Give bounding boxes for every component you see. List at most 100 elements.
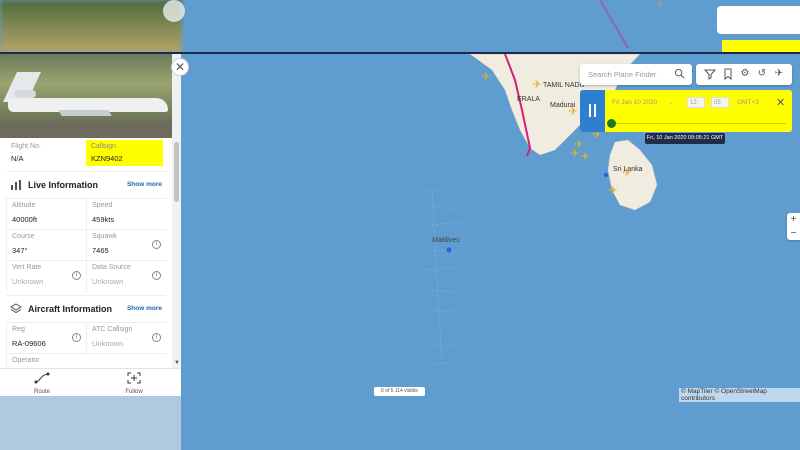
airplane-icon[interactable]: ✈ — [568, 107, 578, 118]
live-info-title: Live Information — [28, 180, 99, 190]
atc-callsign-info-icon[interactable]: i — [152, 333, 161, 342]
chevron-down-icon[interactable]: ⌄ — [668, 98, 673, 106]
toolbar: ⚙ ↺ ✈ — [696, 64, 792, 85]
close-playback-icon[interactable]: ✕ — [776, 96, 785, 109]
live-icon — [11, 180, 21, 190]
playback-date[interactable]: Fri Jan 10 2020 — [612, 99, 657, 106]
altitude-label: Altitude — [12, 202, 36, 209]
data-source-cell: Data Source Unknown i — [87, 261, 166, 291]
aircraft-photo — [0, 54, 172, 138]
label-kerala: ERALA — [517, 96, 540, 103]
aircraft-info-header: Aircraft Information Show more — [6, 296, 166, 322]
flight-no-cell: Flight No. N/A — [6, 140, 84, 166]
pause-button[interactable] — [580, 90, 605, 132]
sri-lanka-landmass — [607, 139, 658, 211]
history-icon[interactable]: ↺ — [756, 68, 768, 80]
squawk-cell: Squawk 7465 i — [87, 230, 166, 260]
flight-no-value: N/A — [11, 154, 24, 163]
search-box[interactable]: Search Plane Finder — [580, 64, 692, 85]
back-button[interactable] — [163, 0, 185, 22]
layers-icon — [10, 303, 22, 314]
header-search-backdrop — [717, 6, 800, 34]
altitude-cell: Altitude 40000ft — [7, 199, 86, 229]
filter-icon[interactable] — [703, 68, 717, 80]
scrollbar-thumb[interactable] — [174, 142, 179, 202]
data-source-label: Data Source — [92, 264, 131, 271]
atc-callsign-cell: ATC Callsign Unknown i — [87, 323, 166, 353]
colombo-pin — [603, 172, 609, 178]
maldives-atolls — [424, 189, 463, 366]
airplane-icon[interactable]: ✈ — [622, 168, 632, 179]
time-separator: : — [707, 98, 709, 105]
live-info-header: Live Information Show more — [6, 172, 166, 198]
follow-icon — [127, 372, 141, 384]
callsign-value: KZN9402 — [91, 154, 123, 163]
label-tamil-nadu: TAMIL NADU — [543, 82, 585, 89]
follow-label: Follow — [125, 389, 143, 395]
map-attribution[interactable]: © MapTiler © OpenStreetMap contributors — [679, 388, 800, 402]
aircraft-info-show-more[interactable]: Show more — [127, 305, 162, 312]
atc-callsign-label: ATC Callsign — [92, 326, 133, 333]
vert-rate-value: Unknown — [12, 277, 44, 286]
operator-label: Operator — [12, 357, 40, 364]
search-input[interactable]: Search Plane Finder — [588, 70, 656, 79]
airplane-icon[interactable]: ✈ — [481, 72, 491, 83]
reg-value: RA-09606 — [12, 339, 46, 348]
playback-slider-handle[interactable] — [606, 119, 616, 128]
altitude-value: 40000ft — [12, 215, 38, 224]
course-label: Course — [12, 233, 35, 240]
reg-info-icon[interactable]: i — [72, 333, 81, 342]
close-icon: ✕ — [174, 60, 186, 74]
panel-lower-backdrop — [0, 396, 181, 450]
scroll-down-icon[interactable]: ▼ — [174, 360, 180, 366]
course-cell: Course 347° — [7, 230, 86, 260]
vert-rate-info-icon[interactable]: i — [72, 271, 81, 280]
close-panel-button[interactable]: ✕ — [171, 58, 189, 76]
vert-rate-label: Vert Rate — [12, 264, 42, 271]
flight-no-label: Flight No. — [11, 143, 41, 150]
callsign-cell: Callsign KZN9402 — [86, 140, 163, 166]
data-source-info-icon[interactable]: i — [152, 271, 161, 280]
atc-callsign-value: Unknown — [92, 339, 124, 348]
route-label: Route — [33, 389, 50, 395]
airplane-icon[interactable]: ✈ — [570, 149, 580, 160]
label-maldives: Maldives — [432, 237, 460, 244]
zoom-control: + − — [787, 213, 800, 240]
follow-button[interactable]: Follow — [104, 371, 164, 397]
flight-info-panel: Flight No. N/A Callsign KZN9402 Live Inf… — [0, 54, 181, 396]
speed-label: Speed — [92, 202, 113, 209]
airplane-icon[interactable]: ✈ — [608, 186, 618, 197]
airplane-menu-icon[interactable]: ✈ — [773, 68, 785, 80]
maldives-pin — [446, 247, 452, 253]
playback-timezone: GMT+3 — [737, 99, 759, 106]
airplane-icon[interactable]: ✈ — [532, 80, 542, 91]
playback-minute-select[interactable]: 05 — [711, 97, 729, 108]
speed-cell: Speed 459kts — [87, 199, 166, 229]
zoom-out-button[interactable]: − — [787, 227, 800, 240]
playback-slider-track[interactable] — [608, 123, 786, 124]
playback-time-tooltip: Fri, 10 Jan 2020 09:05:21 GMT — [645, 133, 725, 144]
data-source-value: Unknown — [92, 277, 124, 286]
visible-count-badge: 0 of 5 114 visible — [374, 387, 425, 396]
panel-scrollbar[interactable]: ▼ — [172, 54, 181, 396]
panel-bottom-nav: Route Follow — [0, 368, 181, 396]
reg-cell: Reg RA-09606 i — [7, 323, 86, 353]
gear-icon[interactable]: ⚙ — [739, 68, 751, 80]
header-photo-backdrop — [0, 0, 182, 53]
callsign-label: Callsign — [91, 143, 116, 150]
speed-value: 459kts — [92, 215, 115, 224]
vert-rate-cell: Vert Rate Unknown i — [7, 261, 86, 291]
route-button[interactable]: Route — [12, 371, 72, 397]
playback-hour-select[interactable]: 12 — [687, 97, 705, 108]
live-info-show-more[interactable]: Show more — [127, 181, 162, 188]
course-value: 347° — [12, 246, 28, 255]
squawk-label: Squawk — [92, 233, 117, 240]
reg-label: Reg — [12, 326, 25, 333]
squawk-value: 7465 — [92, 246, 109, 255]
bookmark-icon[interactable] — [722, 68, 734, 81]
airplane-icon[interactable]: ✈ — [580, 152, 590, 163]
zoom-in-button[interactable]: + — [787, 213, 800, 226]
squawk-info-icon[interactable]: i — [152, 240, 161, 249]
aircraft-info-title: Aircraft Information — [28, 304, 113, 314]
search-icon[interactable] — [674, 68, 685, 79]
